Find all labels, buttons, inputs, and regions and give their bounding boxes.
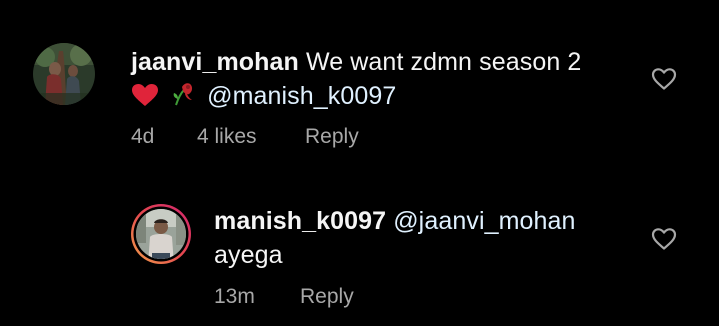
comment-text: ayega	[214, 241, 283, 269]
reply-item: manish_k0097 @jaanvi_mohan ayega 13m Repl…	[0, 170, 719, 326]
heart-emoji	[131, 81, 159, 117]
comment-time: 13m	[214, 285, 255, 308]
avatar-image	[33, 43, 95, 105]
comment-username[interactable]: jaanvi_mohan	[131, 48, 299, 76]
comment-item: jaanvi_mohan We want zdmn season 2 @mani…	[0, 0, 719, 170]
comment-text-line: ayega	[214, 237, 283, 273]
heart-outline-icon[interactable]	[651, 227, 677, 251]
reply-button[interactable]: Reply	[300, 285, 354, 309]
comment-text-line: @manish_k0097	[131, 78, 396, 117]
comment-text: We want zdmn season 2	[305, 48, 582, 76]
comment-meta: 4d 4 likes Reply	[131, 125, 359, 149]
avatar[interactable]	[33, 43, 95, 105]
avatar[interactable]	[130, 203, 192, 265]
comment-mention[interactable]: @manish_k0097	[207, 82, 396, 110]
comment-meta: 13m Reply	[214, 285, 354, 309]
comment-mention[interactable]: @jaanvi_mohan	[393, 207, 575, 235]
comment-time: 4d	[131, 125, 155, 148]
reply-button[interactable]: Reply	[305, 125, 359, 149]
comment-username[interactable]: manish_k0097	[214, 207, 386, 235]
comment-text-line: manish_k0097 @jaanvi_mohan	[214, 203, 576, 239]
avatar-image	[131, 204, 191, 264]
comment-likes[interactable]: 4 likes	[197, 125, 305, 149]
heart-outline-icon[interactable]	[651, 67, 677, 91]
wilted-flower-emoji	[170, 81, 196, 117]
comment-text-line: jaanvi_mohan We want zdmn season 2	[131, 44, 581, 80]
